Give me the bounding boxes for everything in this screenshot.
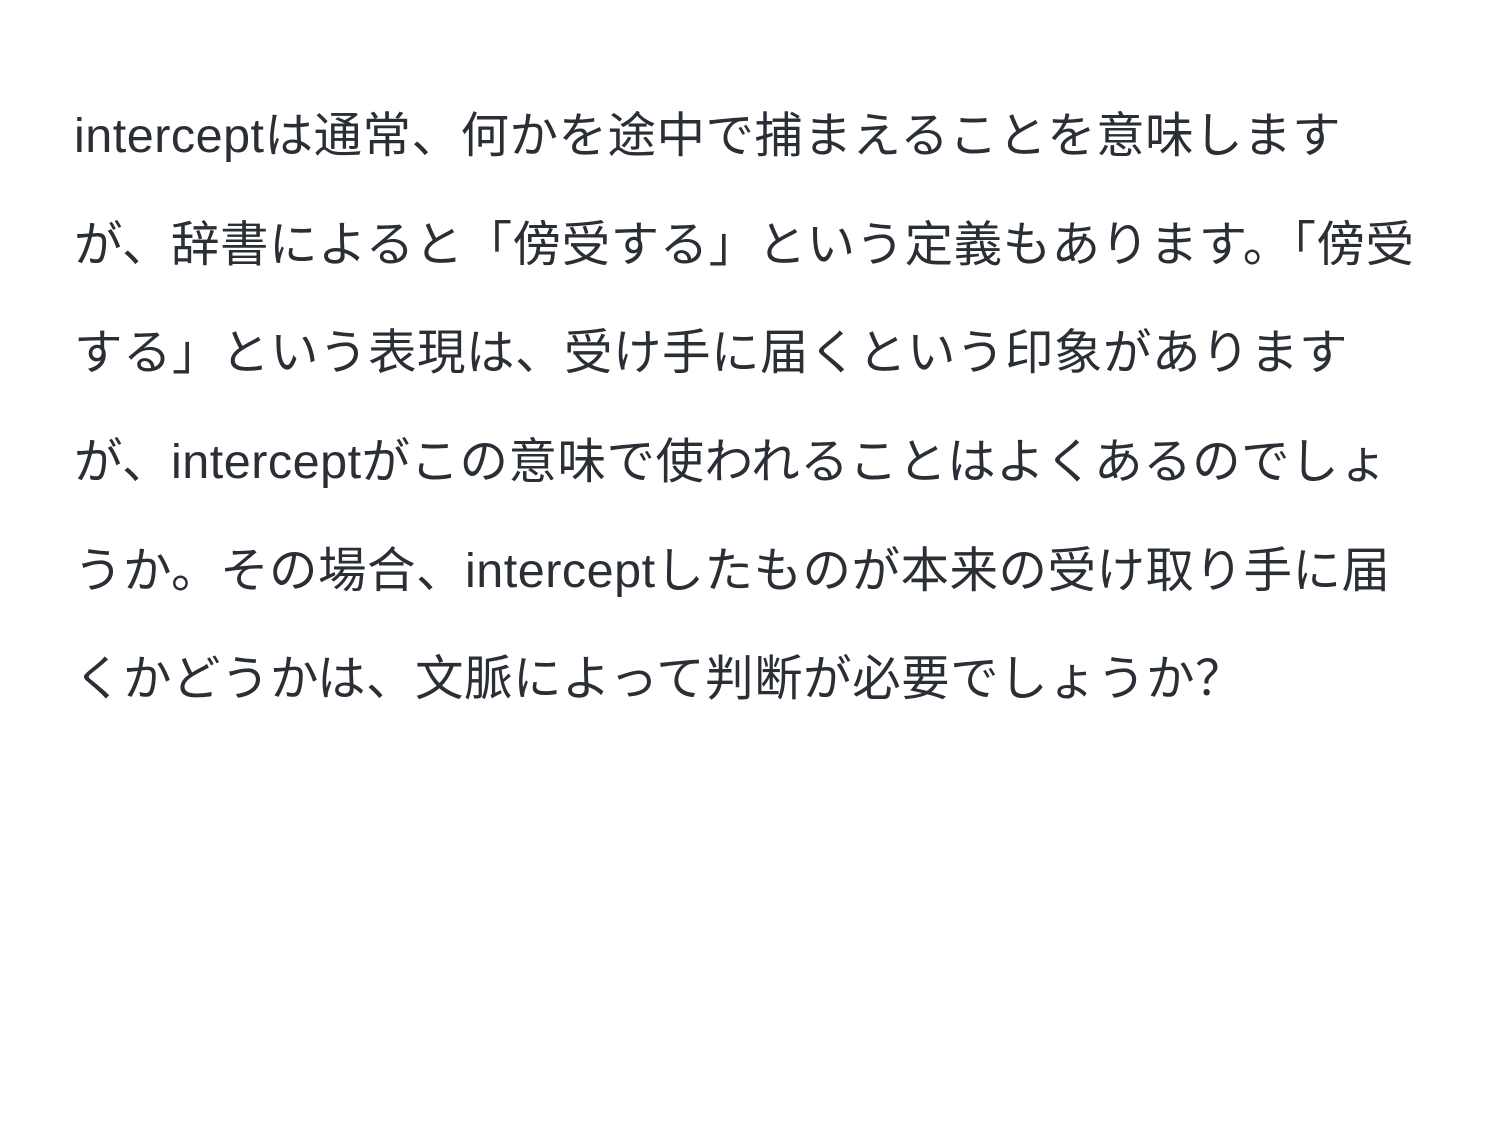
document-body: interceptは通常、何かを途中で捕まえることを意味しますが、辞書によると「… bbox=[74, 82, 1426, 734]
paragraph-text: interceptは通常、何かを途中で捕まえることを意味しますが、辞書によると「… bbox=[74, 82, 1426, 734]
